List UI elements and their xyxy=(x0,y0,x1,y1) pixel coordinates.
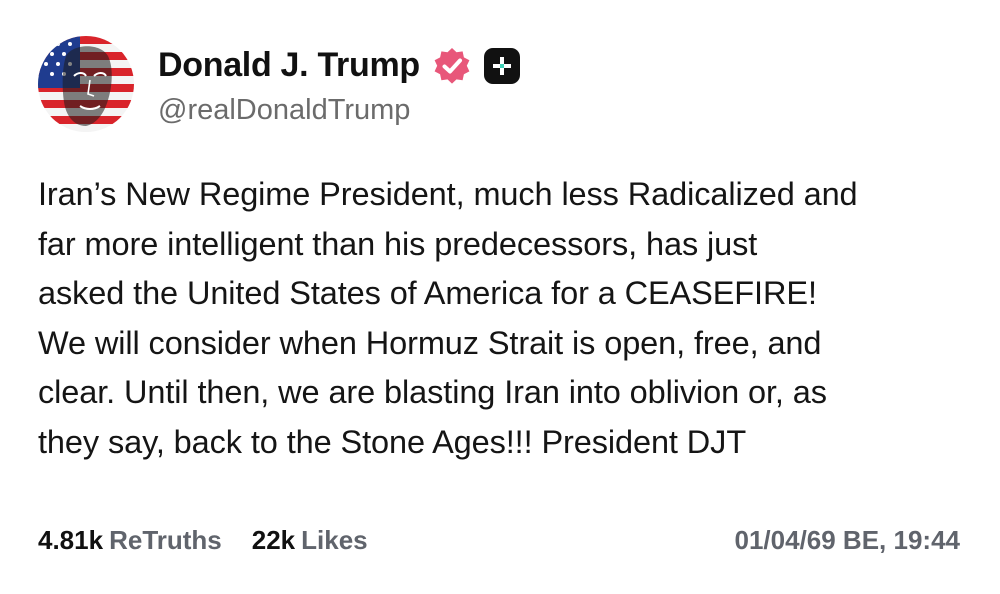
post-body: Iran’s New Regime President, much less R… xyxy=(38,170,978,467)
handle[interactable]: @realDonaldTrump xyxy=(158,94,520,127)
post-line: Iran’s New Regime President, much less R… xyxy=(38,176,858,212)
verified-badge-icon xyxy=(432,46,472,86)
retruths-count: 4.81k xyxy=(38,524,104,555)
flag-portrait-avatar-icon xyxy=(38,36,134,132)
plus-badge-icon xyxy=(483,47,520,84)
retruths-label: ReTruths xyxy=(109,524,222,555)
retruths-stat[interactable]: 4.81k ReTruths xyxy=(38,525,222,556)
post-line: they say, back to the Stone Ages!!! Pres… xyxy=(38,423,747,460)
post-header: Donald J. Trump @realDonaldTrump xyxy=(38,36,520,132)
post-line: We will consider when Hormuz Strait is o… xyxy=(38,324,822,361)
likes-count: 22k xyxy=(251,524,296,555)
name-row: Donald J. Trump xyxy=(158,44,520,88)
likes-stat[interactable]: 22k Likes xyxy=(252,525,368,556)
display-name[interactable]: Donald J. Trump xyxy=(158,46,420,85)
post-line: far more intelligent than his predecesso… xyxy=(38,225,758,262)
avatar[interactable] xyxy=(38,36,134,132)
post-line: clear. Until then, we are blasting Iran … xyxy=(38,374,827,410)
post-card: Donald J. Trump @realDonaldTrump Iran’s … xyxy=(0,0,1000,594)
post-timestamp[interactable]: 01/04/69 BE, 19:44 xyxy=(735,525,961,556)
likes-label: Likes xyxy=(301,524,368,555)
post-footer: 4.81k ReTruths 22k Likes 01/04/69 BE, 19:4… xyxy=(38,520,960,560)
post-line: asked the United States of America for a… xyxy=(38,275,817,311)
author-names: Donald J. Trump @realDonaldTrump xyxy=(158,44,520,127)
